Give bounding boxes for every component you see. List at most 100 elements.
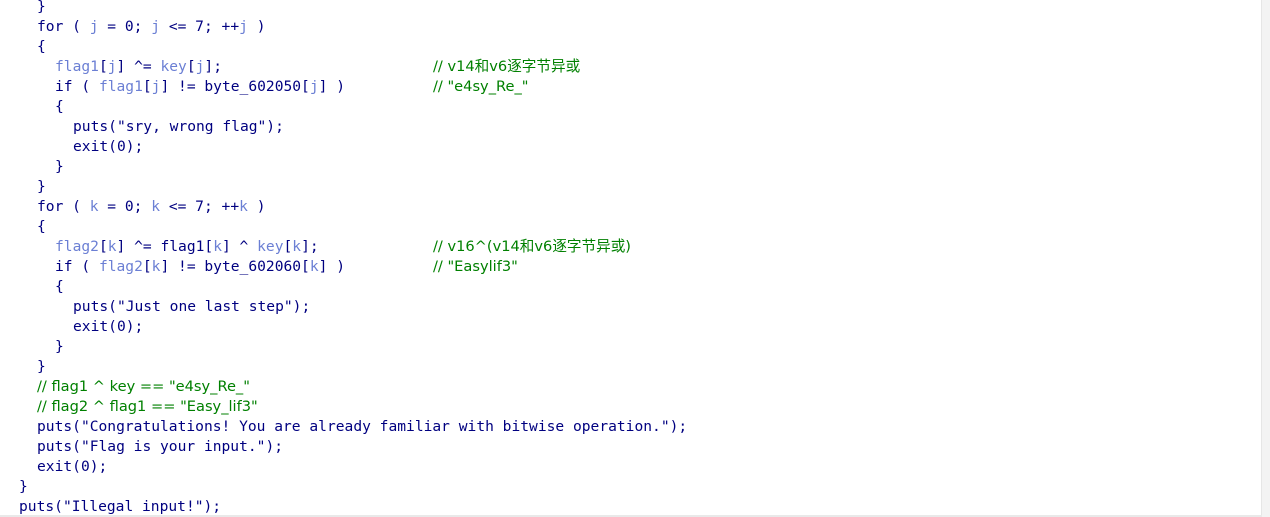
code-line[interactable]: for ( j = 0; j <= 7; ++j ) bbox=[37, 17, 265, 37]
code-token: puts bbox=[37, 418, 73, 435]
code-line[interactable]: if ( flag1[j] != byte_602050[j] ) bbox=[55, 77, 345, 97]
code-token: ) bbox=[247, 18, 266, 35]
code-token: for bbox=[37, 198, 64, 215]
code-token: j bbox=[151, 18, 161, 35]
code-token: if bbox=[55, 258, 73, 275]
code-line[interactable]: { bbox=[37, 37, 46, 57]
code-token: { bbox=[55, 278, 64, 295]
code-token: ( bbox=[72, 258, 99, 275]
code-token: ("Just one last step"); bbox=[108, 298, 311, 315]
code-token: ] ) bbox=[318, 78, 345, 95]
code-token: <= 7; ++ bbox=[160, 198, 240, 215]
code-token: [ bbox=[283, 238, 293, 255]
code-token: { bbox=[37, 38, 46, 55]
code-token: = 0; bbox=[98, 198, 152, 215]
code-token: } bbox=[55, 338, 64, 355]
code-token: for bbox=[37, 18, 64, 35]
code-line[interactable]: } bbox=[55, 337, 64, 357]
code-token: } bbox=[37, 0, 46, 15]
code-token: flag1 bbox=[98, 78, 143, 95]
code-token: ] ^ bbox=[221, 238, 258, 255]
code-line[interactable]: puts("sry, wrong flag"); bbox=[73, 117, 284, 137]
code-line[interactable]: { bbox=[55, 97, 64, 117]
code-line[interactable]: puts("Illegal input!"); bbox=[19, 497, 221, 515]
code-token: k bbox=[213, 238, 222, 255]
code-token: ("Congratulations! You are already famil… bbox=[72, 418, 688, 435]
code-line[interactable]: // flag1 ^ key == "e4sy_Re_" bbox=[37, 377, 250, 397]
code-token: [ bbox=[98, 58, 108, 75]
code-token: (0); bbox=[108, 138, 144, 155]
code-token: <= 7; ++ bbox=[160, 18, 240, 35]
code-token: } bbox=[37, 178, 46, 195]
code-comment: // v14和v6逐字节异或 bbox=[433, 58, 581, 75]
code-token: ] ) bbox=[318, 258, 345, 275]
code-token: flag1 bbox=[55, 58, 99, 75]
code-token: puts bbox=[73, 298, 109, 315]
code-token: ("Flag is your input."); bbox=[72, 438, 284, 455]
code-token: // flag1 ^ key == "e4sy_Re_" bbox=[37, 378, 250, 395]
code-token: k bbox=[239, 198, 248, 215]
code-token: exit bbox=[73, 138, 109, 155]
code-token: } bbox=[55, 158, 64, 175]
code-token: ] ^= bbox=[116, 58, 161, 75]
code-token: [ bbox=[98, 238, 108, 255]
code-token: (0); bbox=[72, 458, 108, 475]
code-line[interactable]: } bbox=[37, 0, 46, 17]
code-token: j bbox=[89, 18, 99, 35]
code-token: exit bbox=[37, 458, 73, 475]
code-line[interactable]: flag2[k] ^= flag1[k] ^ key[k]; bbox=[55, 237, 319, 257]
code-line[interactable]: flag1[j] ^= key[j]; bbox=[55, 57, 222, 77]
code-token: if bbox=[55, 78, 73, 95]
code-token: key bbox=[160, 58, 187, 75]
code-comment: // "e4sy_Re_" bbox=[433, 78, 529, 95]
code-token: { bbox=[55, 98, 64, 115]
code-token: ( bbox=[72, 78, 99, 95]
code-token: ] != byte_602050[ bbox=[160, 78, 310, 95]
code-token: exit bbox=[73, 318, 109, 335]
code-token: j bbox=[309, 78, 319, 95]
code-token: puts bbox=[73, 118, 109, 135]
code-line[interactable]: } bbox=[19, 477, 28, 497]
code-token: ("Illegal input!"); bbox=[54, 498, 222, 515]
code-token: (0); bbox=[108, 318, 144, 335]
code-token: [ bbox=[142, 258, 152, 275]
code-line[interactable]: for ( k = 0; k <= 7; ++k ) bbox=[37, 197, 265, 217]
code-line[interactable]: if ( flag2[k] != byte_602060[k] ) bbox=[55, 257, 345, 277]
code-token: [ bbox=[186, 58, 196, 75]
code-token: puts bbox=[19, 498, 55, 515]
code-token: ] ^= flag1[ bbox=[116, 238, 214, 255]
code-token: k bbox=[292, 238, 302, 255]
code-line[interactable]: { bbox=[37, 217, 46, 237]
code-token: { bbox=[37, 218, 46, 235]
code-line[interactable]: } bbox=[55, 157, 64, 177]
code-token: ] != byte_602060[ bbox=[160, 258, 310, 275]
code-line[interactable]: puts("Just one last step"); bbox=[73, 297, 310, 317]
code-token: ]; bbox=[204, 58, 222, 75]
code-line[interactable]: puts("Congratulations! You are already f… bbox=[37, 417, 687, 437]
code-line[interactable]: exit(0); bbox=[37, 457, 107, 477]
code-token: ( bbox=[63, 18, 90, 35]
code-comment: // v16^(v14和v6逐字节异或) bbox=[433, 238, 631, 255]
code-token: flag2 bbox=[98, 258, 143, 275]
vertical-scrollbar[interactable] bbox=[1261, 0, 1270, 517]
code-line[interactable]: exit(0); bbox=[73, 137, 143, 157]
code-token: k bbox=[309, 258, 319, 275]
code-token: k bbox=[89, 198, 99, 215]
code-token: j bbox=[107, 58, 117, 75]
code-line[interactable]: { bbox=[55, 277, 64, 297]
code-line[interactable]: } bbox=[37, 357, 46, 377]
code-line[interactable]: exit(0); bbox=[73, 317, 143, 337]
code-token: } bbox=[37, 358, 46, 375]
code-token: ]; bbox=[301, 238, 319, 255]
code-token: = 0; bbox=[98, 18, 152, 35]
code-line[interactable]: puts("Flag is your input."); bbox=[37, 437, 283, 457]
code-token: j bbox=[239, 18, 248, 35]
pseudocode-view[interactable]: } for ( j = 0; j <= 7; ++j ){flag1[j] ^= … bbox=[0, 0, 1262, 515]
code-token: k bbox=[151, 198, 161, 215]
code-token: ) bbox=[247, 198, 266, 215]
code-token: k bbox=[107, 238, 117, 255]
code-token: [ bbox=[142, 78, 152, 95]
code-token: // flag2 ^ flag1 == "Easy_lif3" bbox=[37, 398, 258, 415]
code-line[interactable]: } bbox=[37, 177, 46, 197]
code-line[interactable]: // flag2 ^ flag1 == "Easy_lif3" bbox=[37, 397, 258, 417]
